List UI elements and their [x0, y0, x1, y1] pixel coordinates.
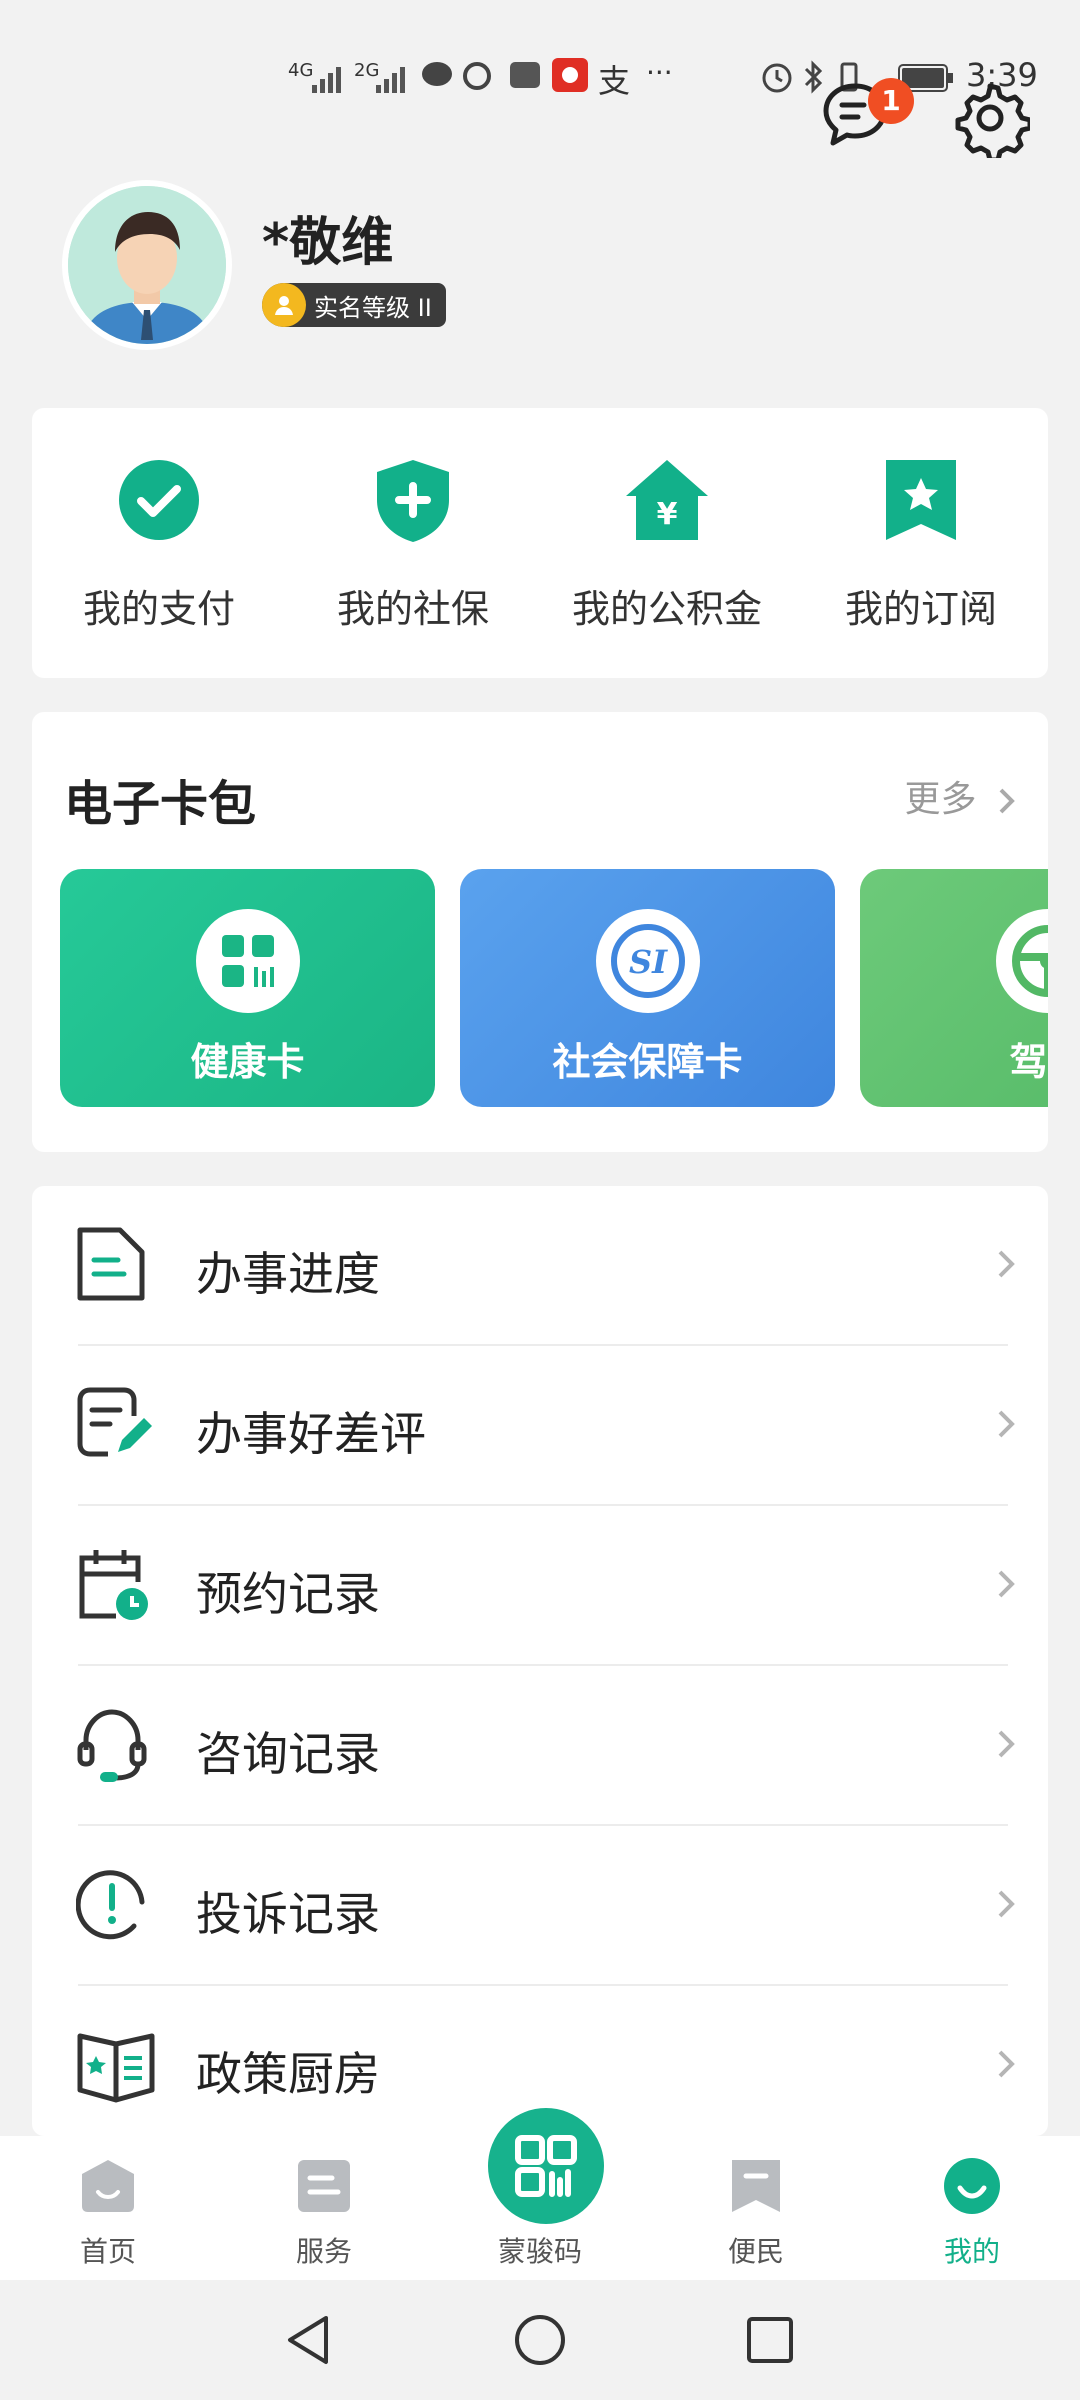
verification-level-badge[interactable]: 实名等级 II — [262, 283, 446, 327]
signal-icon — [312, 60, 344, 93]
home-circle-icon[interactable] — [512, 2312, 568, 2368]
quick-action-subscription[interactable]: 我的订阅 — [794, 408, 1048, 678]
card-label: 健康卡 — [190, 1040, 305, 1084]
check-circle-icon — [119, 460, 199, 540]
review-edit-icon — [77, 1387, 152, 1457]
e-wallet-card: 电子卡包 更多 健康卡 SI 社会保障卡 驾 — [32, 712, 1048, 1152]
tab-mine[interactable]: 我的 — [864, 2136, 1080, 2280]
more-label: 更多 — [904, 779, 977, 820]
quick-action-label: 我的订阅 — [844, 587, 997, 631]
pinduoduo-app-icon — [552, 58, 588, 92]
open-book-icon — [77, 2033, 155, 2103]
health-card[interactable]: 健康卡 — [60, 869, 435, 1107]
network-type-1: 4G — [288, 60, 314, 81]
chevron-right-icon — [998, 1250, 1015, 1278]
menu-item-progress[interactable]: 办事进度 — [32, 1186, 1048, 1346]
menu-item-appointments[interactable]: 预约记录 — [32, 1506, 1048, 1666]
records-menu: 办事进度 办事好差评 预约记录 咨询记录 投诉记录 政策厨房 — [32, 1186, 1048, 2136]
house-yuan-icon: ¥ — [626, 460, 708, 540]
document-icon — [77, 1227, 145, 1301]
tab-label: 首页 — [79, 2235, 136, 2268]
more-link[interactable]: 更多 — [905, 770, 1018, 822]
shield-plus-icon — [377, 460, 449, 542]
settings-button[interactable] — [950, 78, 1033, 163]
quick-action-label: 我的公积金 — [571, 587, 762, 631]
message-badge: 1 — [868, 78, 914, 124]
quick-action-housing-fund[interactable]: ¥ 我的公积金 — [540, 408, 794, 678]
gear-icon — [955, 83, 1033, 163]
system-navigation-bar — [0, 2280, 1080, 2400]
recent-apps-icon[interactable] — [744, 2314, 796, 2366]
quick-action-label: 我的社保 — [336, 587, 489, 631]
menu-item-label: 投诉记录 — [196, 1887, 380, 1941]
tab-home[interactable]: 首页 — [0, 2136, 216, 2280]
menu-item-label: 政策厨房 — [196, 2047, 380, 2101]
chevron-right-icon — [998, 1410, 1015, 1438]
home-icon — [82, 2160, 134, 2212]
tab-label: 蒙骏码 — [497, 2235, 582, 2268]
chevron-right-icon — [998, 2050, 1015, 2078]
status-bar: 4G 2G 支 ··· 3:39 — [0, 0, 1080, 120]
chevron-right-icon — [999, 788, 1015, 814]
qr-code-button[interactable] — [482, 2102, 610, 2230]
social-security-logo-icon: SI — [595, 909, 700, 1013]
steering-wheel-icon — [995, 909, 1048, 1013]
svg-text:SI: SI — [628, 943, 667, 981]
menu-item-consultations[interactable]: 咨询记录 — [32, 1666, 1048, 1826]
chat-app-icon — [422, 62, 452, 86]
bookmark-icon — [732, 2160, 780, 2212]
social-security-card[interactable]: SI 社会保障卡 — [460, 869, 835, 1107]
section-title: 电子卡包 — [64, 776, 257, 832]
quick-action-social-security[interactable]: 我的社保 — [286, 408, 540, 678]
quick-action-label: 我的支付 — [82, 587, 235, 631]
tab-convenience[interactable]: 便民 — [648, 2136, 864, 2280]
tab-label: 便民 — [727, 2235, 784, 2268]
menu-item-label: 预约记录 — [196, 1567, 380, 1621]
menu-item-label: 咨询记录 — [196, 1727, 380, 1781]
quick-actions-card: 我的支付 我的社保 ¥ 我的公积金 我的订阅 — [32, 408, 1048, 678]
quick-action-payment[interactable]: 我的支付 — [32, 408, 286, 678]
menu-item-label: 办事好差评 — [196, 1407, 426, 1461]
avatar-image — [68, 186, 226, 344]
back-icon[interactable] — [282, 2312, 334, 2368]
signal-icon-2 — [376, 60, 408, 93]
alipay-icon: 支 — [598, 62, 631, 100]
more-notifications: ··· — [646, 56, 673, 89]
headset-icon — [77, 1709, 147, 1782]
menu-item-review[interactable]: 办事好差评 — [32, 1346, 1048, 1506]
avatar[interactable] — [62, 180, 232, 350]
services-icon — [298, 2160, 350, 2212]
alert-circle-icon — [76, 1870, 145, 1940]
huawei-app-icon — [510, 62, 540, 88]
user-name: *敬维 — [262, 213, 394, 273]
qr-code-icon — [515, 2135, 577, 2197]
menu-item-label: 办事进度 — [196, 1247, 380, 1301]
health-card-icon — [195, 909, 300, 1013]
profile-smile-icon — [944, 2158, 1000, 2214]
menu-item-complaints[interactable]: 投诉记录 — [32, 1826, 1048, 1986]
alarm-icon — [762, 63, 792, 93]
tab-label: 我的 — [943, 2235, 1000, 2268]
tab-label: 服务 — [295, 2235, 352, 2268]
svg-text:¥: ¥ — [657, 497, 678, 532]
chevron-right-icon — [998, 1890, 1015, 1918]
driver-license-card[interactable]: 驾驶 — [860, 869, 1048, 1107]
user-badge-icon — [262, 283, 306, 327]
chevron-right-icon — [998, 1570, 1015, 1598]
verification-label: 实名等级 II — [314, 293, 432, 322]
calendar-clock-icon — [79, 1550, 148, 1620]
squirrel-app-icon — [463, 62, 491, 90]
card-label: 驾驶 — [1009, 1040, 1048, 1084]
bookmark-star-icon — [886, 460, 956, 540]
card-label: 社会保障卡 — [552, 1040, 743, 1084]
tab-services[interactable]: 服务 — [216, 2136, 432, 2280]
chevron-right-icon — [998, 1730, 1015, 1758]
